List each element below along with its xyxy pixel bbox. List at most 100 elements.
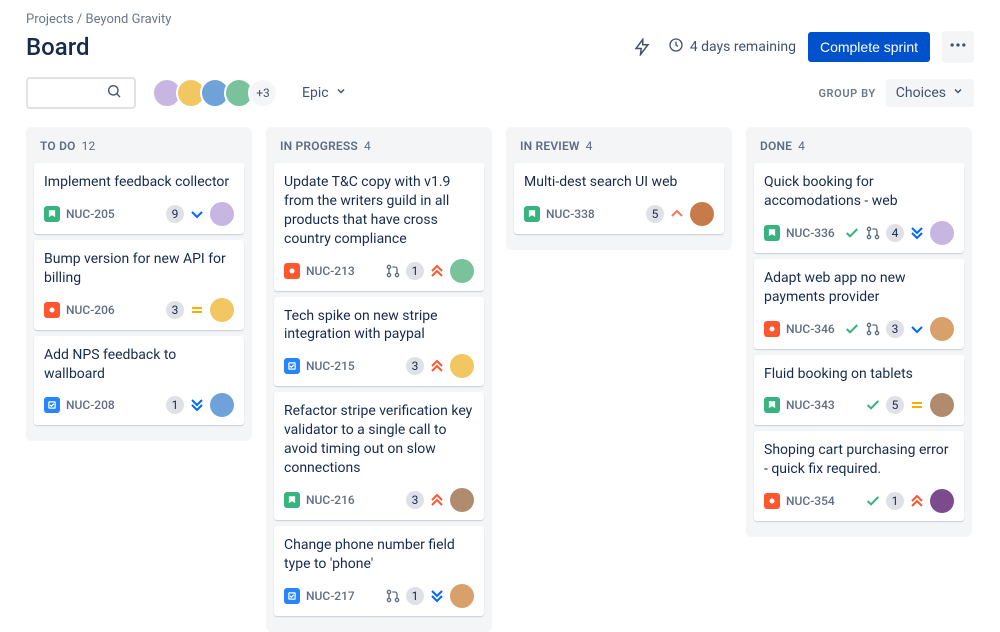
issue-type-icon bbox=[764, 397, 780, 413]
search-input[interactable] bbox=[34, 85, 106, 101]
issue-card[interactable]: Implement feedback collector NUC-205 9 bbox=[34, 163, 244, 234]
card-footer: NUC-3364 bbox=[764, 221, 954, 245]
check-icon bbox=[844, 321, 860, 337]
card-title: Adapt web app no new payments provider bbox=[764, 269, 954, 307]
issue-card[interactable]: Refactor stripe verification key validat… bbox=[274, 392, 484, 520]
issue-key: NUC-343 bbox=[786, 398, 835, 412]
assignee-avatar[interactable] bbox=[930, 489, 954, 513]
issue-type-icon bbox=[764, 493, 780, 509]
automation-icon[interactable] bbox=[628, 33, 656, 61]
assignee-avatar[interactable] bbox=[450, 259, 474, 283]
issue-key: NUC-338 bbox=[546, 207, 595, 221]
column-header: IN PROGRESS4 bbox=[272, 137, 486, 163]
groupby-label: GROUP BY bbox=[818, 87, 875, 100]
card-footer: NUC-205 9 bbox=[44, 202, 234, 226]
estimate-badge: 3 bbox=[406, 357, 424, 375]
board-column: IN REVIEW 4 Multi-dest search UI web NUC-33… bbox=[506, 127, 732, 250]
issue-key: NUC-208 bbox=[66, 398, 115, 412]
card-footer: NUC-2171 bbox=[284, 584, 474, 608]
assignee-avatar[interactable] bbox=[930, 317, 954, 341]
issue-key: NUC-213 bbox=[306, 264, 355, 278]
priority-icon bbox=[189, 397, 205, 413]
column-count: 4 bbox=[586, 139, 593, 153]
issue-card[interactable]: Fluid booking on tablets NUC-343 5 bbox=[754, 355, 964, 426]
card-title: Fluid booking on tablets bbox=[764, 365, 954, 384]
card-footer: NUC-338 5 bbox=[524, 202, 714, 226]
breadcrumb-root[interactable]: Projects bbox=[26, 12, 74, 27]
assignee-avatar-more[interactable]: +3 bbox=[248, 78, 278, 108]
issue-key: NUC-205 bbox=[66, 207, 115, 221]
search-input-wrapper[interactable] bbox=[26, 77, 136, 109]
estimate-badge: 9 bbox=[166, 205, 184, 223]
column-count: 4 bbox=[364, 139, 371, 153]
board-column: IN PROGRESS4Update T&C copy with v1.9 fr… bbox=[266, 127, 492, 632]
breadcrumb: Projects / Beyond Gravity bbox=[26, 12, 974, 27]
card-title: Multi-dest search UI web bbox=[524, 173, 714, 192]
card-footer: NUC-215 3 bbox=[284, 354, 474, 378]
issue-card[interactable]: Tech spike on new stripe integration wit… bbox=[274, 297, 484, 387]
page-title: Board bbox=[26, 33, 90, 61]
assignee-avatar[interactable] bbox=[690, 202, 714, 226]
issue-card[interactable]: Bump version for new API for billing NUC-… bbox=[34, 240, 244, 330]
issue-card[interactable]: Adapt web app no new payments providerNU… bbox=[754, 259, 964, 349]
assignee-avatar[interactable] bbox=[450, 354, 474, 378]
groupby-dropdown[interactable]: Choices bbox=[886, 79, 974, 107]
issue-key: NUC-216 bbox=[306, 493, 355, 507]
board-columns: TO DO12Implement feedback collectorNUC-2… bbox=[26, 127, 974, 632]
check-icon bbox=[865, 397, 881, 413]
priority-icon bbox=[909, 321, 925, 337]
assignee-avatar[interactable] bbox=[210, 393, 234, 417]
card-title: Bump version for new API for billing bbox=[44, 250, 234, 288]
search-icon bbox=[106, 83, 122, 103]
priority-icon bbox=[909, 397, 925, 413]
assignee-avatar[interactable] bbox=[210, 298, 234, 322]
epic-label: Epic bbox=[302, 85, 329, 101]
complete-sprint-button[interactable]: Complete sprint bbox=[808, 32, 930, 62]
issue-key: NUC-217 bbox=[306, 589, 355, 603]
issue-card[interactable]: Change phone number field type to 'phone… bbox=[274, 526, 484, 616]
dots-icon bbox=[948, 35, 968, 59]
estimate-badge: 1 bbox=[406, 262, 424, 280]
assignee-avatar[interactable] bbox=[930, 221, 954, 245]
estimate-badge: 3 bbox=[166, 301, 184, 319]
issue-key: NUC-215 bbox=[306, 359, 355, 373]
epic-dropdown[interactable]: Epic bbox=[294, 79, 355, 107]
card-title: Change phone number field type to 'phone… bbox=[284, 536, 474, 574]
card-title: Tech spike on new stripe integration wit… bbox=[284, 307, 474, 345]
assignee-avatar[interactable] bbox=[930, 393, 954, 417]
estimate-badge: 4 bbox=[886, 224, 904, 242]
remaining-text: 4 days remaining bbox=[690, 39, 796, 55]
estimate-badge: 5 bbox=[886, 396, 904, 414]
check-icon bbox=[844, 225, 860, 241]
issue-card[interactable]: Quick booking for accomodations - webNUC… bbox=[754, 163, 964, 253]
board-column: DONE4Quick booking for accomodations - w… bbox=[746, 127, 972, 537]
assignee-avatar[interactable] bbox=[450, 488, 474, 512]
priority-icon bbox=[429, 492, 445, 508]
column-header: IN REVIEW 4 bbox=[512, 137, 726, 163]
assignee-avatar[interactable] bbox=[210, 202, 234, 226]
column-count: 4 bbox=[798, 139, 805, 153]
pull-request-icon bbox=[385, 263, 401, 279]
column-header: DONE4 bbox=[752, 137, 966, 163]
issue-card[interactable]: Add NPS feedback to wallboardNUC-2081 bbox=[34, 336, 244, 426]
priority-icon bbox=[909, 493, 925, 509]
priority-icon bbox=[429, 588, 445, 604]
pull-request-icon bbox=[385, 588, 401, 604]
breadcrumb-project[interactable]: Beyond Gravity bbox=[86, 12, 172, 27]
card-title: Shoping cart purchasing error - quick fi… bbox=[764, 441, 954, 479]
issue-key: NUC-354 bbox=[786, 494, 835, 508]
estimate-badge: 5 bbox=[646, 205, 664, 223]
page-header: Board 4 days remaining Complete sprint bbox=[26, 31, 974, 63]
issue-card[interactable]: Shoping cart purchasing error - quick fi… bbox=[754, 431, 964, 521]
issue-type-icon bbox=[284, 263, 300, 279]
issue-card[interactable]: Multi-dest search UI web NUC-338 5 bbox=[514, 163, 724, 234]
more-actions-button[interactable] bbox=[942, 31, 974, 63]
card-footer: NUC-213 1 bbox=[284, 259, 474, 283]
issue-key: NUC-206 bbox=[66, 303, 115, 317]
priority-icon bbox=[189, 302, 205, 318]
assignee-avatar[interactable] bbox=[450, 584, 474, 608]
issue-type-icon bbox=[44, 397, 60, 413]
card-title: Implement feedback collector bbox=[44, 173, 234, 192]
column-title: IN REVIEW bbox=[520, 139, 580, 153]
issue-card[interactable]: Update T&C copy with v1.9 from the write… bbox=[274, 163, 484, 291]
